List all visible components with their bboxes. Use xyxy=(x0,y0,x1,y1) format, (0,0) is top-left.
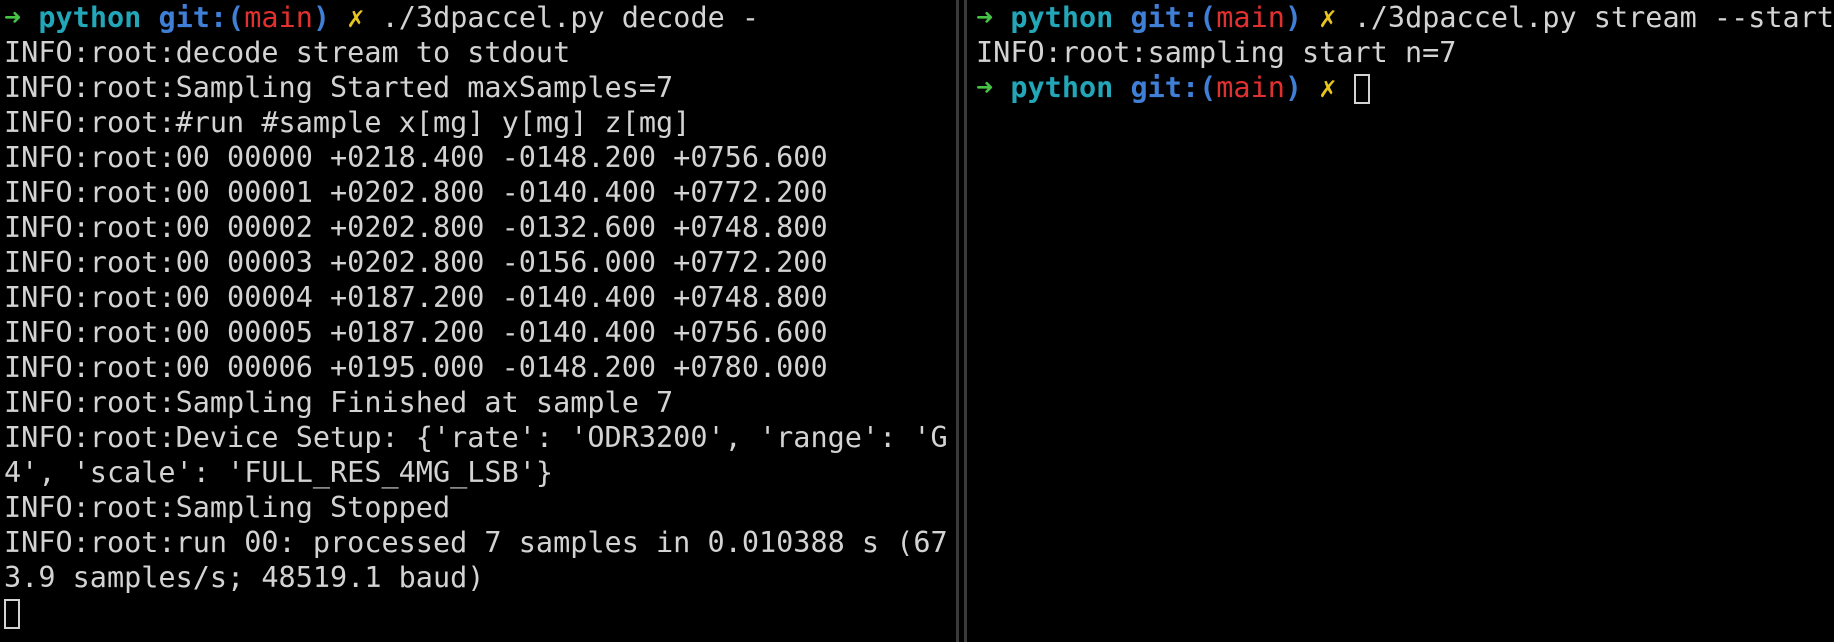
prompt-git-close: ) xyxy=(1284,71,1303,104)
output-line: INFO:root:decode stream to stdout xyxy=(4,36,571,69)
terminal-output-right: ➜ python git:(main) ✗ ./3dpaccel.py stre… xyxy=(976,0,1834,105)
terminal-pane-right[interactable]: ➜ python git:(main) ✗ ./3dpaccel.py stre… xyxy=(972,0,1834,642)
output-line: INFO:root:run 00: processed 7 samples in… xyxy=(4,526,948,559)
prompt-branch: main xyxy=(244,1,313,34)
prompt-branch: main xyxy=(1216,1,1285,34)
terminal-output-left: ➜ python git:(main) ✗ ./3dpaccel.py deco… xyxy=(4,0,952,630)
prompt-directory: python xyxy=(1010,1,1114,34)
prompt-arrow-icon: ➜ xyxy=(976,1,994,34)
text-cursor xyxy=(1353,74,1370,104)
prompt-command: ./3dpaccel.py stream --start 7 xyxy=(1353,1,1834,34)
terminal-pane-left[interactable]: ➜ python git:(main) ✗ ./3dpaccel.py deco… xyxy=(0,0,952,642)
prompt-command: ./3dpaccel.py decode - xyxy=(381,1,760,34)
output-line: 3.9 samples/s; 48519.1 baud) xyxy=(4,561,485,594)
prompt-directory: python xyxy=(1010,71,1114,104)
output-line: INFO:root:00 00006 +0195.000 -0148.200 +… xyxy=(4,351,828,384)
prompt-directory: python xyxy=(38,1,142,34)
prompt-git-close: ) xyxy=(312,1,331,34)
pane-divider[interactable] xyxy=(952,0,972,642)
output-line: INFO:root:sampling start n=7 xyxy=(976,36,1457,69)
prompt-line: ➜ python git:(main) ✗ ./3dpaccel.py stre… xyxy=(976,0,1834,35)
output-line: INFO:root:00 00003 +0202.800 -0156.000 +… xyxy=(4,246,828,279)
pane-divider-rule xyxy=(964,0,967,642)
output-line: INFO:root:Device Setup: {'rate': 'ODR320… xyxy=(4,421,948,454)
prompt-git-open: git:( xyxy=(1130,1,1217,34)
cursor-line xyxy=(4,595,952,630)
output-line: INFO:root:00 00001 +0202.800 -0140.400 +… xyxy=(4,176,828,209)
output-line: INFO:root:00 00004 +0187.200 -0140.400 +… xyxy=(4,281,828,314)
output-line: INFO:root:#run #sample x[mg] y[mg] z[mg] xyxy=(4,106,691,139)
output-line: INFO:root:00 00002 +0202.800 -0132.600 +… xyxy=(4,211,828,244)
dirty-mark-icon: ✗ xyxy=(347,1,365,34)
text-cursor xyxy=(4,599,20,629)
output-line: 4', 'scale': 'FULL_RES_4MG_LSB'} xyxy=(4,456,554,489)
prompt-git-open: git:( xyxy=(1130,71,1217,104)
prompt-arrow-icon: ➜ xyxy=(4,1,22,34)
prompt-line: ➜ python git:(main) ✗ xyxy=(976,70,1834,105)
dirty-mark-icon: ✗ xyxy=(1319,71,1337,104)
output-line: INFO:root:Sampling Finished at sample 7 xyxy=(4,386,674,419)
output-line: INFO:root:00 00000 +0218.400 -0148.200 +… xyxy=(4,141,828,174)
prompt-branch: main xyxy=(1216,71,1285,104)
pane-divider-rule xyxy=(956,0,959,642)
output-line: INFO:root:00 00005 +0187.200 -0140.400 +… xyxy=(4,316,828,349)
prompt-line: ➜ python git:(main) ✗ ./3dpaccel.py deco… xyxy=(4,0,952,35)
prompt-git-close: ) xyxy=(1284,1,1303,34)
output-line: INFO:root:Sampling Stopped xyxy=(4,491,451,524)
dirty-mark-icon: ✗ xyxy=(1319,1,1337,34)
prompt-git-open: git:( xyxy=(158,1,245,34)
prompt-arrow-icon: ➜ xyxy=(976,71,994,104)
output-line: INFO:root:Sampling Started maxSamples=7 xyxy=(4,71,674,104)
